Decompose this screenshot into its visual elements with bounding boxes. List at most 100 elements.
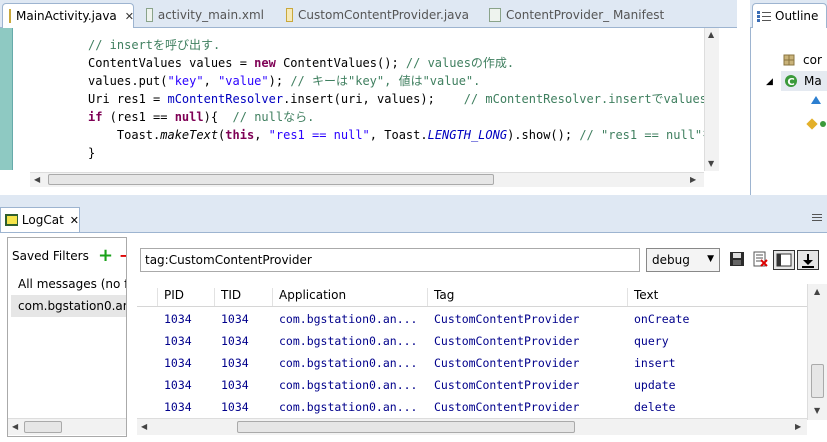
log-cell-app: com.bgstation0.an... xyxy=(279,378,418,392)
column-header-tid[interactable]: TID xyxy=(214,288,241,306)
column-header-pid[interactable]: PID xyxy=(157,288,184,306)
code-token: // "res1 == null"を表 xyxy=(579,128,704,142)
code-token: "key" xyxy=(167,74,204,88)
column-header-application[interactable]: Application xyxy=(272,288,346,306)
log-filter-input[interactable] xyxy=(140,248,640,272)
filter-item-selected[interactable]: com.bgstation0.an xyxy=(11,295,127,317)
java-file-icon xyxy=(9,9,11,23)
log-cell-pid: 1034 xyxy=(164,334,192,348)
panel-divider[interactable] xyxy=(0,195,827,207)
log-level-value: debug xyxy=(652,253,690,267)
field-icon xyxy=(811,96,821,104)
scroll-down-icon[interactable]: ▼ xyxy=(708,159,714,168)
saved-filters-label: Saved Filters xyxy=(12,249,89,263)
editor-vertical-scrollbar[interactable]: ▲ ▼ xyxy=(704,28,719,171)
import-icon xyxy=(783,54,795,66)
code-token: // insertを呼び出す. xyxy=(88,38,221,52)
filter-item-label: com.bgstation0.an xyxy=(18,299,127,313)
code-token: ContentValues(); xyxy=(275,56,406,70)
log-row[interactable]: 1034 1034 com.bgstation0.an... CustomConten… xyxy=(137,374,807,396)
column-header-tag[interactable]: Tag xyxy=(427,288,454,306)
log-level-select[interactable]: debug ▼ xyxy=(646,248,720,272)
outline-item[interactable]: cor xyxy=(783,53,822,67)
code-token: .insert(uri, values); xyxy=(283,92,464,106)
scroll-lock-icon[interactable] xyxy=(797,250,819,270)
toggle-filters-pane-icon[interactable] xyxy=(773,250,795,270)
scroll-right-icon[interactable]: ▶ xyxy=(795,422,801,431)
code-token: // mContentResolver.insertでvaluesを挿 xyxy=(463,92,704,106)
code-line: if (res1 == null){ // nullなら. xyxy=(88,108,314,126)
filter-item-all-messages[interactable]: All messages (no f xyxy=(18,277,126,291)
code-token: "value" xyxy=(218,74,269,88)
code-token: LENGTH_LONG xyxy=(427,128,508,142)
code-line: } xyxy=(88,144,95,162)
log-row[interactable]: 1034 1034 com.bgstation0.an... CustomConten… xyxy=(137,352,807,374)
svg-text:C: C xyxy=(787,77,794,88)
log-cell-tid: 1034 xyxy=(221,312,249,326)
clear-log-icon[interactable] xyxy=(752,251,770,269)
log-cell-pid: 1034 xyxy=(164,312,192,326)
logcat-icon xyxy=(5,214,18,226)
log-row[interactable]: 1034 1034 com.bgstation0.an... CustomConten… xyxy=(137,396,807,418)
tab-label: CustomContentProvider.java xyxy=(298,8,469,22)
saved-filters-panel: Saved Filters + − All messages (no f com… xyxy=(7,237,127,437)
save-log-icon[interactable] xyxy=(729,251,747,269)
log-cell-tag: CustomContentProvider xyxy=(434,312,580,326)
remove-filter-icon[interactable]: − xyxy=(119,246,126,265)
log-vertical-scrollbar[interactable]: ▲ ▼ xyxy=(807,284,827,420)
editor-gutter xyxy=(0,28,13,170)
tab-activity-main-xml[interactable]: activity_main.xml xyxy=(140,4,270,26)
expand-toggle-icon[interactable]: ◢ xyxy=(766,73,773,87)
scroll-right-icon[interactable]: ▶ xyxy=(690,175,696,184)
log-row[interactable]: 1034 1034 com.bgstation0.an... CustomConten… xyxy=(137,330,807,352)
code-token: // nullなら. xyxy=(232,110,315,124)
code-token: values.put( xyxy=(88,74,168,88)
log-cell-app: com.bgstation0.an... xyxy=(279,356,418,370)
scroll-down-icon[interactable]: ▼ xyxy=(814,406,820,415)
column-header-text[interactable]: Text xyxy=(627,288,658,306)
tab-outline[interactable]: Outline xyxy=(752,3,827,28)
close-icon[interactable]: ✕ xyxy=(125,10,134,23)
tab-logcat[interactable]: LogCat ✕ xyxy=(0,207,80,232)
log-row[interactable]: 1034 1034 com.bgstation0.an... CustomConten… xyxy=(137,308,807,330)
log-cell-tag: CustomContentProvider xyxy=(434,356,580,370)
log-cell-app: com.bgstation0.an... xyxy=(279,312,418,326)
code-token: } xyxy=(88,146,96,160)
tab-label: MainActivity.java xyxy=(16,9,117,23)
scroll-up-icon[interactable]: ▲ xyxy=(708,30,714,39)
filters-horizontal-scrollbar[interactable]: ◀ xyxy=(8,418,126,435)
scroll-thumb[interactable] xyxy=(48,174,494,185)
tab-main-activity-java[interactable]: MainActivity.java ✕ xyxy=(2,3,134,28)
outline-icon xyxy=(757,11,771,22)
scroll-up-icon[interactable]: ▲ xyxy=(814,287,820,296)
code-token: , xyxy=(254,128,269,142)
logcat-tab-label: LogCat xyxy=(21,213,64,227)
code-token: ContentValues values = xyxy=(88,56,255,70)
close-icon[interactable]: ✕ xyxy=(70,214,79,227)
log-table-header: PID TID Application Tag Text xyxy=(137,284,807,307)
code-token: , xyxy=(203,74,219,88)
scroll-left-icon[interactable]: ◀ xyxy=(141,422,147,431)
tab-content-provider-manifest[interactable]: ContentProvider_ Manifest xyxy=(483,4,683,26)
view-menu-icon[interactable] xyxy=(812,212,822,224)
scroll-left-icon[interactable]: ◀ xyxy=(12,422,18,431)
code-token: // キーは"key", 値は"value". xyxy=(290,74,481,88)
code-editor[interactable]: // insertを呼び出す. ContentValues values = ne… xyxy=(14,28,704,170)
java-file-icon xyxy=(286,8,294,22)
tab-label: ContentProvider_ Manifest xyxy=(506,8,665,22)
code-token: makeText xyxy=(160,128,219,142)
log-cell-pid: 1034 xyxy=(164,400,192,414)
log-cell-pid: 1034 xyxy=(164,356,192,370)
scroll-thumb[interactable] xyxy=(24,421,62,433)
scroll-left-icon[interactable]: ◀ xyxy=(34,175,40,184)
logcat-tab-bar xyxy=(0,207,827,233)
add-filter-icon[interactable]: + xyxy=(98,245,113,266)
scroll-thumb[interactable] xyxy=(237,421,575,433)
code-token: , Toast. xyxy=(369,128,428,142)
outline-item-selected[interactable]: C Ma xyxy=(781,71,827,91)
scroll-thumb[interactable] xyxy=(811,364,824,398)
code-token: (res1 == xyxy=(102,110,175,124)
log-horizontal-scrollbar[interactable]: ◀ ▶ xyxy=(137,418,807,435)
editor-horizontal-scrollbar[interactable]: ◀ ▶ xyxy=(30,172,704,187)
tab-custom-content-provider-java[interactable]: CustomContentProvider.java xyxy=(280,4,475,26)
